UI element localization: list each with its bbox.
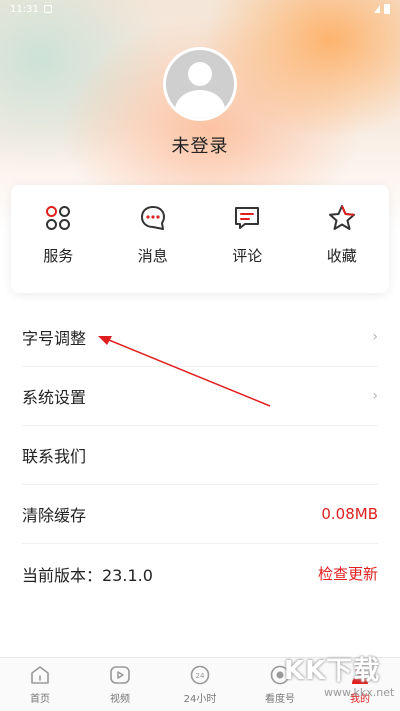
menu-font-size[interactable]: 字号调整 ›: [22, 308, 378, 367]
chevron-right-icon: ›: [372, 329, 378, 345]
check-update-button[interactable]: 检查更新: [318, 563, 378, 584]
watermark-url: www.kkx.net: [324, 686, 395, 699]
quick-action-label: 消息: [137, 247, 168, 265]
quick-action-comment[interactable]: 评论: [200, 185, 295, 293]
settings-menu: 字号调整 › 系统设置 › 联系我们 清除缓存 0.08MB 当前版本：23.1…: [0, 308, 400, 603]
tab-label: 首页: [30, 694, 50, 705]
cache-size-value: 0.08MB: [321, 505, 378, 523]
avatar-body-icon: [175, 90, 225, 118]
clock-24-icon: 24: [190, 665, 210, 685]
tab-label: 24小时: [183, 694, 217, 705]
menu-label: 系统设置: [22, 388, 87, 407]
home-icon: [31, 666, 49, 684]
battery-icon: [384, 4, 390, 14]
menu-label: 清除缓存: [22, 506, 87, 525]
service-icon: [46, 206, 71, 230]
favorite-star-icon: [328, 205, 355, 230]
message-icon: [140, 206, 165, 230]
quick-action-label: 收藏: [326, 247, 357, 265]
comment-icon: [235, 207, 260, 229]
quick-action-label: 服务: [43, 247, 74, 265]
watermark-logo-text: KK下载: [284, 656, 381, 686]
version-label: 当前版本：23.1.0: [22, 565, 153, 585]
tab-label: 视频: [110, 694, 130, 705]
menu-system-settings[interactable]: 系统设置 ›: [22, 367, 378, 426]
menu-contact-us[interactable]: 联系我们: [22, 426, 378, 485]
status-time: 11:31: [10, 3, 39, 15]
quick-action-favorite[interactable]: 收藏: [295, 185, 390, 293]
svg-text:24: 24: [196, 672, 205, 680]
menu-label: 字号调整: [22, 329, 87, 348]
quick-action-message[interactable]: 消息: [106, 185, 201, 293]
tab-home[interactable]: 首页: [0, 658, 80, 711]
notification-icon: [43, 5, 52, 13]
quick-action-label: 评论: [232, 247, 263, 265]
signal-icon: [374, 5, 380, 13]
site-watermark: KK下载 www.kkx.net: [284, 650, 396, 708]
avatar-head-icon: [188, 62, 212, 86]
menu-clear-cache[interactable]: 清除缓存 0.08MB: [22, 485, 378, 544]
avatar[interactable]: [163, 47, 237, 121]
status-bar: 11:31: [0, 0, 400, 18]
menu-label: 联系我们: [22, 447, 87, 466]
quick-actions-card: 服务 消息 评论 收藏: [11, 185, 389, 293]
tab-video[interactable]: 视频: [80, 658, 160, 711]
login-status[interactable]: 未登录: [0, 132, 400, 158]
tab-24h[interactable]: 24 24小时: [160, 658, 240, 711]
menu-version: 当前版本：23.1.0 检查更新: [22, 544, 378, 603]
chevron-right-icon: ›: [372, 388, 378, 404]
quick-action-service[interactable]: 服务: [11, 185, 106, 293]
video-play-icon: [110, 666, 130, 684]
